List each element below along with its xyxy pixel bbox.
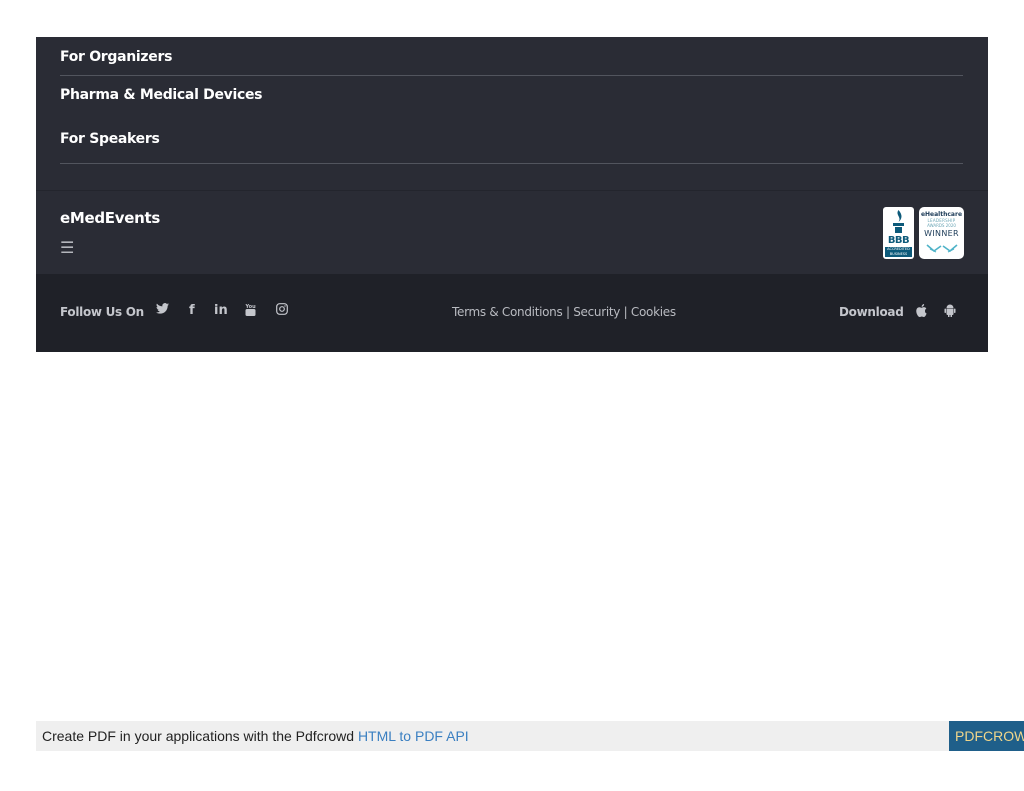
footer-menu: For Organizers Pharma & Medical Devices … [36,37,988,190]
html-to-pdf-api-link[interactable]: HTML to PDF API [358,728,469,744]
instagram-icon[interactable] [276,303,288,320]
divider [60,75,963,76]
for-organizers-link[interactable]: For Organizers [60,49,172,65]
laurel-icon [925,244,958,253]
footer-brand: eMedEvents ☰ BBB ACCREDITED BUSINESS eHe… [36,190,988,274]
bbb-accredited-badge[interactable]: BBB ACCREDITED BUSINESS [883,207,914,259]
security-link[interactable]: Security [573,305,620,319]
for-speakers-link[interactable]: For Speakers [60,131,160,147]
apple-icon[interactable] [916,304,927,322]
legal-separator: | [562,305,574,319]
pdfcrowd-message: Create PDF in your applications with the… [42,728,358,744]
award-year: AWARDS 2020 [927,223,956,228]
pdfcrowd-banner: Create PDF in your applications with the… [36,721,1024,751]
legal-links: Terms & Conditions | Security | Cookies [452,305,676,319]
divider [60,163,963,164]
footer-bottom-bar: Follow Us On f in You Terms & Conditions… [36,274,988,352]
follow-us-label: Follow Us On [60,305,144,319]
brand-name: eMedEvents [60,209,160,227]
menu-icon[interactable]: ☰ [60,240,74,256]
pdfcrowd-text: Create PDF in your applications with the… [42,728,469,744]
android-icon[interactable] [944,304,956,322]
download-label: Download [839,305,904,319]
ehealthcare-award-badge[interactable]: eHealthcare LEADERSHIP AWARDS 2020 WINNE… [919,207,964,259]
award-winner: WINNER [924,229,959,238]
linkedin-icon[interactable]: in [214,303,228,319]
bbb-sub-text: ACCREDITED BUSINESS [885,247,912,257]
legal-separator: | [620,305,631,319]
bbb-logo-text: BBB [887,235,910,246]
pharma-medical-devices-link[interactable]: Pharma & Medical Devices [60,87,263,103]
youtube-icon[interactable]: You [245,303,256,322]
cookies-link[interactable]: Cookies [631,305,676,319]
torch-icon [893,210,904,233]
award-title: eHealthcare [920,211,963,218]
terms-link[interactable]: Terms & Conditions [452,305,563,319]
facebook-icon[interactable]: f [189,303,195,319]
pdfcrowd-logo[interactable]: PDFCROWD [949,721,1024,751]
twitter-icon[interactable] [156,303,169,319]
